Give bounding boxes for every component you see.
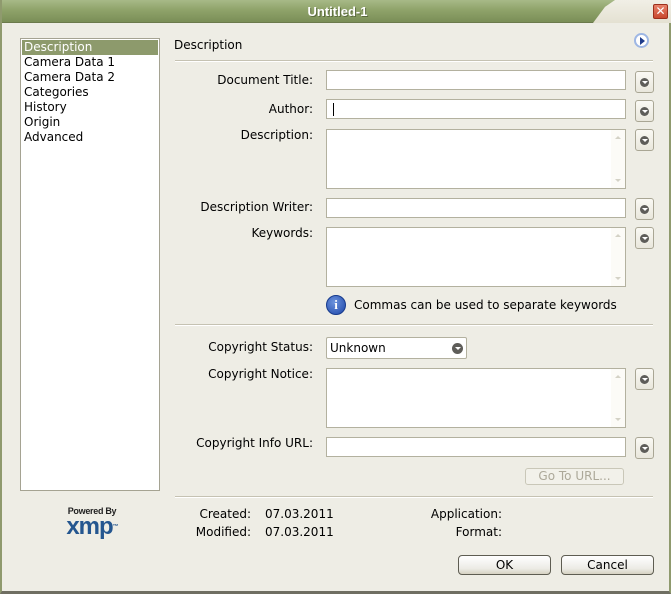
author-input[interactable] — [326, 99, 626, 119]
copyright-notice-textarea[interactable] — [326, 368, 626, 428]
copyright-url-input[interactable] — [326, 437, 626, 457]
sidebar-item-origin[interactable]: Origin — [21, 115, 159, 130]
sidebar-item-description[interactable]: Description — [22, 40, 158, 55]
keywords-hint: Commas can be used to separate keywords — [354, 298, 617, 312]
scroll-up-icon[interactable] — [615, 136, 621, 139]
sidebar-item-advanced[interactable]: Advanced — [21, 130, 159, 145]
description-writer-input[interactable] — [326, 198, 626, 218]
sidebar-item-categories[interactable]: Categories — [21, 85, 159, 100]
close-icon: ✕ — [655, 4, 666, 18]
document-title-input[interactable] — [326, 70, 626, 90]
author-label: Author: — [268, 102, 313, 116]
copyright-status-select[interactable]: Unknown — [326, 337, 467, 359]
copyright-url-menu-button[interactable] — [635, 437, 654, 459]
copyright-status-label: Copyright Status: — [208, 340, 313, 354]
sidebar-item-camera-data-2[interactable]: Camera Data 2 — [21, 70, 159, 85]
sidebar-item-history[interactable]: History — [21, 100, 159, 115]
scrollbar[interactable] — [611, 369, 625, 427]
copyright-url-label: Copyright Info URL: — [196, 436, 313, 450]
title-bar[interactable]: Untitled-1 ✕ — [2, 0, 671, 23]
keywords-textarea[interactable] — [326, 227, 626, 287]
xmp-brand: xmp™ — [52, 513, 132, 540]
xmp-logo: Powered By xmp™ — [52, 506, 132, 542]
info-icon: i — [326, 295, 346, 315]
scrollbar[interactable] — [611, 228, 625, 286]
category-list[interactable]: Description Camera Data 1 Camera Data 2 … — [20, 38, 160, 491]
scroll-down-icon[interactable] — [615, 179, 621, 182]
copyright-status-value: Unknown — [330, 341, 386, 355]
scroll-down-icon[interactable] — [615, 418, 621, 421]
cancel-button[interactable]: Cancel — [561, 555, 654, 575]
trademark: ™ — [112, 524, 119, 530]
document-title-label: Document Title: — [217, 73, 313, 87]
modified-label: Modified: — [195, 525, 251, 539]
go-to-url-button[interactable]: Go To URL... — [525, 468, 624, 485]
ok-button[interactable]: OK — [458, 555, 551, 575]
chevron-down-icon — [452, 343, 463, 354]
text-caret — [333, 103, 334, 116]
created-label: Created: — [199, 507, 251, 521]
file-info-dialog: Untitled-1 ✕ Description Camera Data 1 C… — [0, 0, 671, 594]
description-writer-menu-button[interactable] — [635, 198, 654, 220]
document-title-menu-button[interactable] — [635, 71, 654, 93]
play-arrow-icon[interactable] — [634, 33, 649, 48]
description-menu-button[interactable] — [635, 129, 654, 151]
copyright-notice-label: Copyright Notice: — [208, 367, 313, 381]
close-button[interactable]: ✕ — [653, 4, 668, 19]
panel-title: Description — [174, 38, 243, 52]
divider — [175, 496, 653, 498]
description-writer-label: Description Writer: — [200, 200, 313, 214]
divider — [175, 324, 653, 326]
window-title: Untitled-1 — [307, 4, 368, 19]
sidebar-item-camera-data-1[interactable]: Camera Data 1 — [21, 55, 159, 70]
divider — [175, 60, 653, 62]
keywords-label: Keywords: — [251, 226, 313, 240]
created-value: 07.03.2011 — [265, 507, 334, 521]
scrollbar[interactable] — [611, 130, 625, 188]
copyright-notice-menu-button[interactable] — [635, 368, 654, 390]
keywords-menu-button[interactable] — [635, 227, 654, 249]
scroll-up-icon[interactable] — [615, 375, 621, 378]
description-label: Description: — [240, 128, 313, 142]
author-menu-button[interactable] — [635, 100, 654, 122]
description-textarea[interactable] — [326, 129, 626, 189]
application-label: Application: — [430, 507, 502, 521]
scroll-up-icon[interactable] — [615, 234, 621, 237]
scroll-down-icon[interactable] — [615, 277, 621, 280]
format-label: Format: — [455, 525, 502, 539]
xmp-brand-text: xmp — [66, 513, 113, 540]
modified-value: 07.03.2011 — [265, 525, 334, 539]
